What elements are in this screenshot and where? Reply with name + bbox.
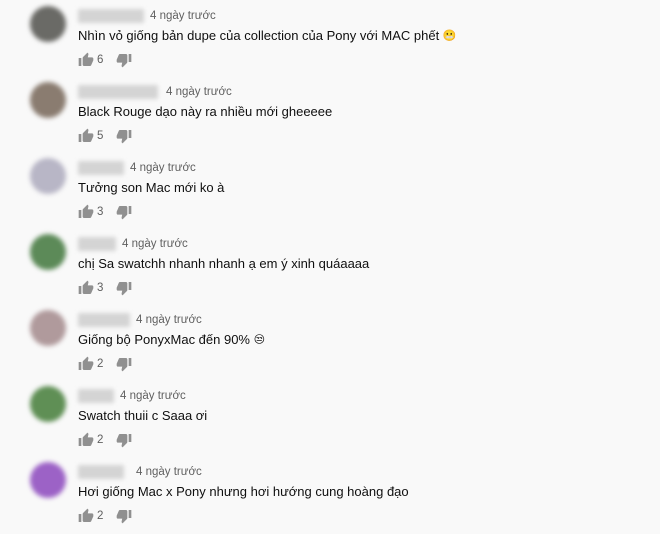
avatar[interactable] — [30, 310, 66, 346]
comment-timestamp[interactable]: 4 ngày trước — [122, 237, 188, 252]
comment-thread: 4 ngày trước Nhìn vỏ giống bản dupe của … — [0, 0, 660, 76]
author-name-blurred[interactable] — [78, 85, 158, 99]
like-count: 2 — [97, 358, 104, 370]
author-name-blurred[interactable] — [78, 9, 144, 23]
comment-thread: 4 ngày trước Giống bộ PonyxMac đến 90% 😒… — [0, 304, 660, 380]
avatar[interactable] — [30, 462, 66, 498]
author-name-blurred[interactable] — [78, 389, 114, 403]
thumb-up-icon — [78, 128, 94, 142]
avatar[interactable] — [30, 158, 66, 194]
thumb-up-icon — [78, 356, 94, 370]
dislike-button[interactable] — [116, 128, 132, 144]
comments-list: 4 ngày trước Nhìn vỏ giống bản dupe của … — [0, 0, 660, 534]
thumb-down-icon — [116, 282, 132, 296]
emoji: 😒 — [253, 334, 266, 346]
thumb-down-icon — [116, 206, 132, 220]
dislike-button[interactable] — [116, 508, 132, 524]
like-count: 6 — [97, 54, 104, 66]
comment-timestamp[interactable]: 4 ngày trước — [150, 9, 216, 24]
dislike-button[interactable] — [116, 204, 132, 220]
like-button[interactable] — [78, 128, 94, 144]
comment-thread: 4 ngày trước chị Sa swatchh nhanh nhanh … — [0, 228, 660, 304]
comment-text: Swatch thuii c Saaa ơi — [78, 407, 207, 425]
like-button[interactable] — [78, 280, 94, 296]
comment-thread: 4 ngày trước Black Rouge dạo này ra nhiề… — [0, 76, 660, 152]
comment-text: chị Sa swatchh nhanh nhanh ạ em ý xinh q… — [78, 255, 369, 273]
comment-text: Giống bộ PonyxMac đến 90% 😒 — [78, 331, 265, 349]
comment-text-body: chị Sa swatchh nhanh nhanh ạ em ý xinh q… — [78, 256, 370, 271]
dislike-button[interactable] — [116, 52, 132, 68]
like-count: 2 — [97, 510, 104, 522]
comment-thread: 4 ngày trước Hơi giống Mac x Pony nhưng … — [0, 456, 660, 532]
avatar[interactable] — [30, 386, 66, 422]
thumb-up-icon — [78, 204, 94, 218]
dislike-button[interactable] — [116, 280, 132, 296]
author-name-blurred[interactable] — [78, 313, 130, 327]
comment-timestamp[interactable]: 4 ngày trước — [130, 161, 196, 176]
like-count: 3 — [97, 282, 104, 294]
like-button[interactable] — [78, 204, 94, 220]
author-name-blurred[interactable] — [78, 161, 124, 175]
thumb-down-icon — [116, 358, 132, 372]
comment-text: Hơi giống Mac x Pony nhưng hơi hướng cun… — [78, 483, 409, 501]
comment-text: Tưởng son Mac mới ko à — [78, 179, 224, 197]
comment-text-body: Hơi giống Mac x Pony nhưng hơi hướng cun… — [78, 484, 409, 499]
comment-thread: 4 ngày trước Swatch thuii c Saaa ơi 2 — [0, 380, 660, 456]
like-button[interactable] — [78, 52, 94, 68]
avatar[interactable] — [30, 6, 66, 42]
comment-text-body: Swatch thuii c Saaa ơi — [78, 408, 208, 423]
comment-timestamp[interactable]: 4 ngày trước — [120, 389, 186, 404]
comment-text: Black Rouge dạo này ra nhiều mới gheeeee — [78, 103, 332, 121]
author-name-blurred[interactable] — [78, 465, 124, 479]
thumb-up-icon — [78, 432, 94, 446]
comment-text: Nhìn vỏ giống bản dupe của collection củ… — [78, 27, 457, 45]
thumb-up-icon — [78, 280, 94, 294]
comment-thread: 4 ngày trước Tưởng son Mac mới ko à 3 — [0, 152, 660, 228]
avatar[interactable] — [30, 234, 66, 270]
thumb-down-icon — [116, 510, 132, 524]
thumb-down-icon — [116, 130, 132, 144]
comment-text-body: Tưởng son Mac mới ko à — [78, 180, 225, 195]
comment-text-body: Giống bộ PonyxMac đến 90% — [78, 332, 250, 347]
like-button[interactable] — [78, 356, 94, 372]
like-button[interactable] — [78, 432, 94, 448]
comment-timestamp[interactable]: 4 ngày trước — [166, 85, 232, 100]
like-button[interactable] — [78, 508, 94, 524]
like-count: 3 — [97, 206, 104, 218]
like-count: 5 — [97, 130, 104, 142]
comment-timestamp[interactable]: 4 ngày trước — [136, 465, 202, 480]
thumb-down-icon — [116, 54, 132, 68]
thumb-up-icon — [78, 508, 94, 522]
thumb-down-icon — [116, 434, 132, 448]
dislike-button[interactable] — [116, 356, 132, 372]
emoji: 😬 — [442, 30, 457, 42]
like-count: 2 — [97, 434, 104, 446]
avatar[interactable] — [30, 82, 66, 118]
comment-text-body: Black Rouge dạo này ra nhiều mới gheeeee — [78, 104, 333, 119]
dislike-button[interactable] — [116, 432, 132, 448]
author-name-blurred[interactable] — [78, 237, 116, 251]
thumb-up-icon — [78, 52, 94, 66]
comment-text-body: Nhìn vỏ giống bản dupe của collection củ… — [78, 28, 440, 43]
comment-timestamp[interactable]: 4 ngày trước — [136, 313, 202, 328]
